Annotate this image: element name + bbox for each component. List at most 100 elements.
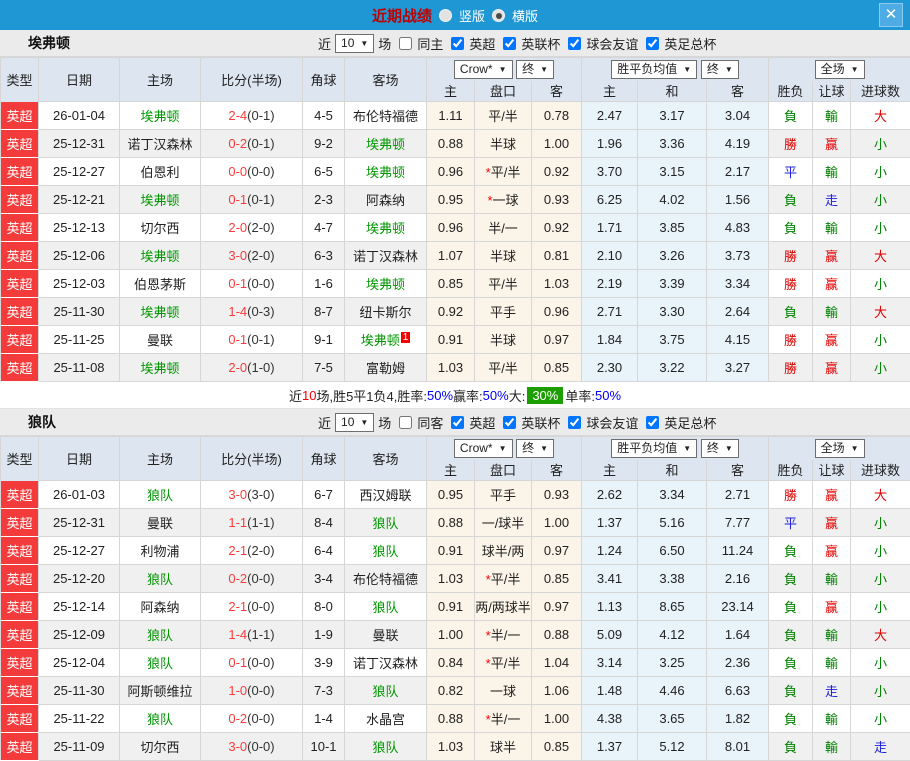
league-label-fa-cup[interactable]: 英足总杯 <box>664 413 716 432</box>
away-team: 纽卡斯尔 <box>359 305 411 320</box>
league-label-premier[interactable]: 英超 <box>469 34 495 53</box>
handicap-odds-away: 0.93 <box>532 186 582 214</box>
result-wdl: 勝 <box>769 130 813 158</box>
result-wdl: 負 <box>769 537 813 565</box>
corners: 3-9 <box>303 649 345 677</box>
handicap-odds-home: 1.03 <box>427 733 475 761</box>
home-team: 切尔西 <box>140 221 179 236</box>
handicap-line: *半/一 <box>475 705 532 733</box>
match-date: 25-12-09 <box>39 621 120 649</box>
league-label-efl-cup[interactable]: 英联杯 <box>521 413 560 432</box>
result-handicap: 赢 <box>813 242 851 270</box>
avg-odds-away: 2.36 <box>707 649 769 677</box>
away-team: 曼联 <box>372 628 398 643</box>
league-label-fa-cup[interactable]: 英足总杯 <box>664 34 716 53</box>
handicap-line: *平/半 <box>475 565 532 593</box>
odds-stage-select-1[interactable]: 终▼ <box>516 439 554 458</box>
fulltime-select[interactable]: 全场▼ <box>815 60 865 79</box>
odds-stage-select-2[interactable]: 终▼ <box>701 439 739 458</box>
corners: 8-4 <box>303 509 345 537</box>
score-halftime: 2-0(1-0) <box>201 354 303 382</box>
horizontal-layout-radio[interactable] <box>492 9 505 22</box>
avg-odds-away: 7.77 <box>707 509 769 537</box>
match-date: 25-11-22 <box>39 705 120 733</box>
league-checkbox-efl-cup[interactable] <box>503 416 516 429</box>
corners: 3-4 <box>303 565 345 593</box>
handicap-odds-home: 1.03 <box>427 354 475 382</box>
home-team: 曼联 <box>147 333 173 348</box>
home-team: 埃弗顿 <box>140 249 179 264</box>
same-venue-checkbox[interactable] <box>399 37 412 50</box>
games-count-select[interactable]: 10▼ <box>335 413 374 432</box>
handicap-odds-home: 0.95 <box>427 481 475 509</box>
bookmaker-select[interactable]: Crow*▼ <box>454 439 513 458</box>
odds-stage-select-2[interactable]: 终▼ <box>701 60 739 79</box>
table-row: 英超 25-12-27 伯恩利 0-0(0-0) 6-5 埃弗顿 0.96 *平… <box>1 158 910 186</box>
same-venue-label[interactable]: 同主 <box>417 34 443 53</box>
score-halftime: 0-1(0-0) <box>201 649 303 677</box>
col-score: 比分(半场) <box>201 437 303 481</box>
league-label-efl-cup[interactable]: 英联杯 <box>521 34 560 53</box>
col-date: 日期 <box>39 58 120 102</box>
handicap-odds-away: 0.85 <box>532 733 582 761</box>
corners: 4-5 <box>303 102 345 130</box>
home-team: 埃弗顿 <box>140 109 179 124</box>
avg-odds-draw: 4.46 <box>638 677 707 705</box>
result-wdl: 負 <box>769 102 813 130</box>
handicap-odds-home: 0.84 <box>427 649 475 677</box>
same-venue-checkbox[interactable] <box>399 416 412 429</box>
result-goals: 小 <box>851 509 910 537</box>
league-checkbox-efl-cup[interactable] <box>503 37 516 50</box>
table-row: 英超 25-11-08 埃弗顿 2-0(1-0) 7-5 富勒姆 1.03 *平… <box>1 354 910 382</box>
result-goals: 小 <box>851 354 910 382</box>
league-checkbox-fa-cup[interactable] <box>646 37 659 50</box>
games-count-select[interactable]: 10▼ <box>335 34 374 53</box>
match-date: 25-12-14 <box>39 593 120 621</box>
handicap-odds-away: 0.78 <box>532 102 582 130</box>
league-checkbox-premier[interactable] <box>451 416 464 429</box>
summary-part: 近 <box>289 386 302 405</box>
match-date: 25-12-06 <box>39 242 120 270</box>
avg-odds-away: 23.14 <box>707 593 769 621</box>
avg-odds-home: 3.14 <box>582 649 638 677</box>
league-label-friendly[interactable]: 球会友谊 <box>586 413 638 432</box>
vertical-layout-label[interactable]: 竖版 <box>459 6 485 25</box>
bookmaker-select[interactable]: Crow*▼ <box>454 60 513 79</box>
handicap-odds-away: 0.97 <box>532 593 582 621</box>
handicap-odds-home: 0.92 <box>427 298 475 326</box>
result-wdl: 負 <box>769 621 813 649</box>
home-team-cell: 狼队 <box>120 705 201 733</box>
result-handicap: 赢 <box>813 130 851 158</box>
avg-select[interactable]: 胜平负均值▼ <box>611 439 697 458</box>
league-checkbox-fa-cup[interactable] <box>646 416 659 429</box>
league-type-badge: 英超 <box>1 326 39 354</box>
close-icon[interactable]: ✕ <box>879 3 903 27</box>
league-checkbox-friendly[interactable] <box>568 416 581 429</box>
fulltime-select[interactable]: 全场▼ <box>815 439 865 458</box>
league-checkbox-premier[interactable] <box>451 37 464 50</box>
handicap-line: *一球 <box>475 186 532 214</box>
away-team-cell: 诺丁汉森林 <box>345 649 427 677</box>
horizontal-layout-label[interactable]: 横版 <box>512 6 538 25</box>
league-label-friendly[interactable]: 球会友谊 <box>586 34 638 53</box>
home-team-cell: 切尔西 <box>120 733 201 761</box>
score-halftime: 0-0(0-0) <box>201 158 303 186</box>
avg-select[interactable]: 胜平负均值▼ <box>611 60 697 79</box>
match-date: 25-12-31 <box>39 509 120 537</box>
corners: 9-1 <box>303 326 345 354</box>
games-label: 场 <box>378 34 391 53</box>
handicap-odds-home: 0.91 <box>427 326 475 354</box>
corners: 7-5 <box>303 354 345 382</box>
sub-col-wdl: 胜负 <box>769 460 813 481</box>
summary-part: 单率: <box>565 386 595 405</box>
same-venue-label[interactable]: 同客 <box>417 413 443 432</box>
vertical-layout-radio[interactable] <box>439 9 452 22</box>
home-team: 狼队 <box>147 628 173 643</box>
filter-bar: 近 10▼ 场 同客 英超 英联杯 球会友谊 英足总杯 <box>318 413 716 432</box>
league-label-premier[interactable]: 英超 <box>469 413 495 432</box>
handicap-odds-home: 0.91 <box>427 593 475 621</box>
league-checkbox-friendly[interactable] <box>568 37 581 50</box>
result-handicap: 輸 <box>813 621 851 649</box>
odds-stage-select-1[interactable]: 终▼ <box>516 60 554 79</box>
away-team: 狼队 <box>372 544 398 559</box>
